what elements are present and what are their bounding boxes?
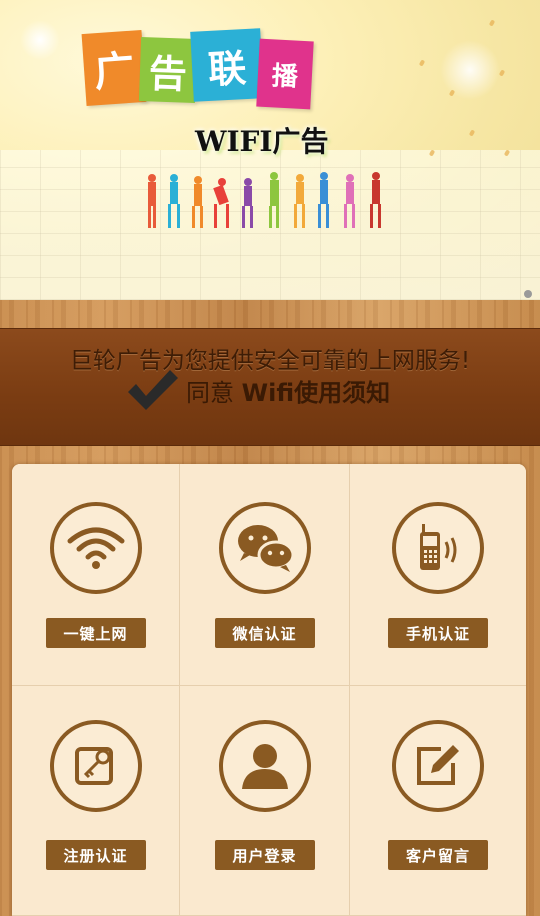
agreement-checkbox-row[interactable]: 同意 Wifi使用须知 <box>126 368 390 412</box>
menu-cell-customer-message[interactable]: 客户留言 <box>350 686 526 916</box>
sparkle <box>440 40 500 100</box>
user-login-button[interactable]: 用户登录 <box>214 840 315 870</box>
logo-tile-3: 联 <box>190 28 264 102</box>
customer-message-button[interactable]: 客户留言 <box>388 840 488 870</box>
wechat-auth-button[interactable]: 微信认证 <box>214 618 315 648</box>
people-silhouettes-illustration <box>148 172 381 228</box>
ad-banner[interactable]: 广 告 联 播 WIFI广告 <box>0 0 540 300</box>
carousel-indicator[interactable] <box>524 290 532 298</box>
agree-prefix: 同意 <box>186 378 242 407</box>
logo-tile-4: 播 <box>256 38 314 110</box>
menu-cell-register-auth[interactable]: 注册认证 <box>12 686 180 916</box>
confetti <box>488 19 496 27</box>
mobile-phone-icon[interactable] <box>392 502 484 594</box>
edit-message-icon[interactable] <box>392 720 484 812</box>
confetti <box>468 129 476 137</box>
wifi-icon[interactable] <box>49 502 142 594</box>
menu-cell-phone-auth[interactable]: 手机认证 <box>350 464 526 686</box>
menu-cell-user-login[interactable]: 用户登录 <box>180 686 350 916</box>
agreement-label: 同意 Wifi使用须知 <box>186 373 390 408</box>
auth-menu-grid: 一键上网 微信认证 手机认证 注册认证 用户登录 客户留言 <box>12 464 526 916</box>
sparkle <box>20 20 60 60</box>
menu-cell-one-click-online[interactable]: 一键上网 <box>12 464 180 686</box>
register-auth-button[interactable]: 注册认证 <box>45 840 146 870</box>
menu-cell-wechat-auth[interactable]: 微信认证 <box>180 464 350 686</box>
checkmark-icon[interactable] <box>126 368 178 412</box>
logo-tile-2: 告 <box>138 37 198 103</box>
key-register-icon[interactable] <box>49 720 142 812</box>
phone-auth-button[interactable]: 手机认证 <box>388 618 488 648</box>
terms-link[interactable]: Wifi使用须知 <box>242 379 391 407</box>
confetti <box>498 69 506 77</box>
logo-tile-1: 广 <box>81 29 147 107</box>
user-icon[interactable] <box>218 720 311 812</box>
one-click-online-button[interactable]: 一键上网 <box>45 618 146 648</box>
wechat-icon[interactable] <box>218 502 311 594</box>
banner-subtitle: WIFI广告 <box>195 125 329 158</box>
confetti <box>418 59 426 67</box>
